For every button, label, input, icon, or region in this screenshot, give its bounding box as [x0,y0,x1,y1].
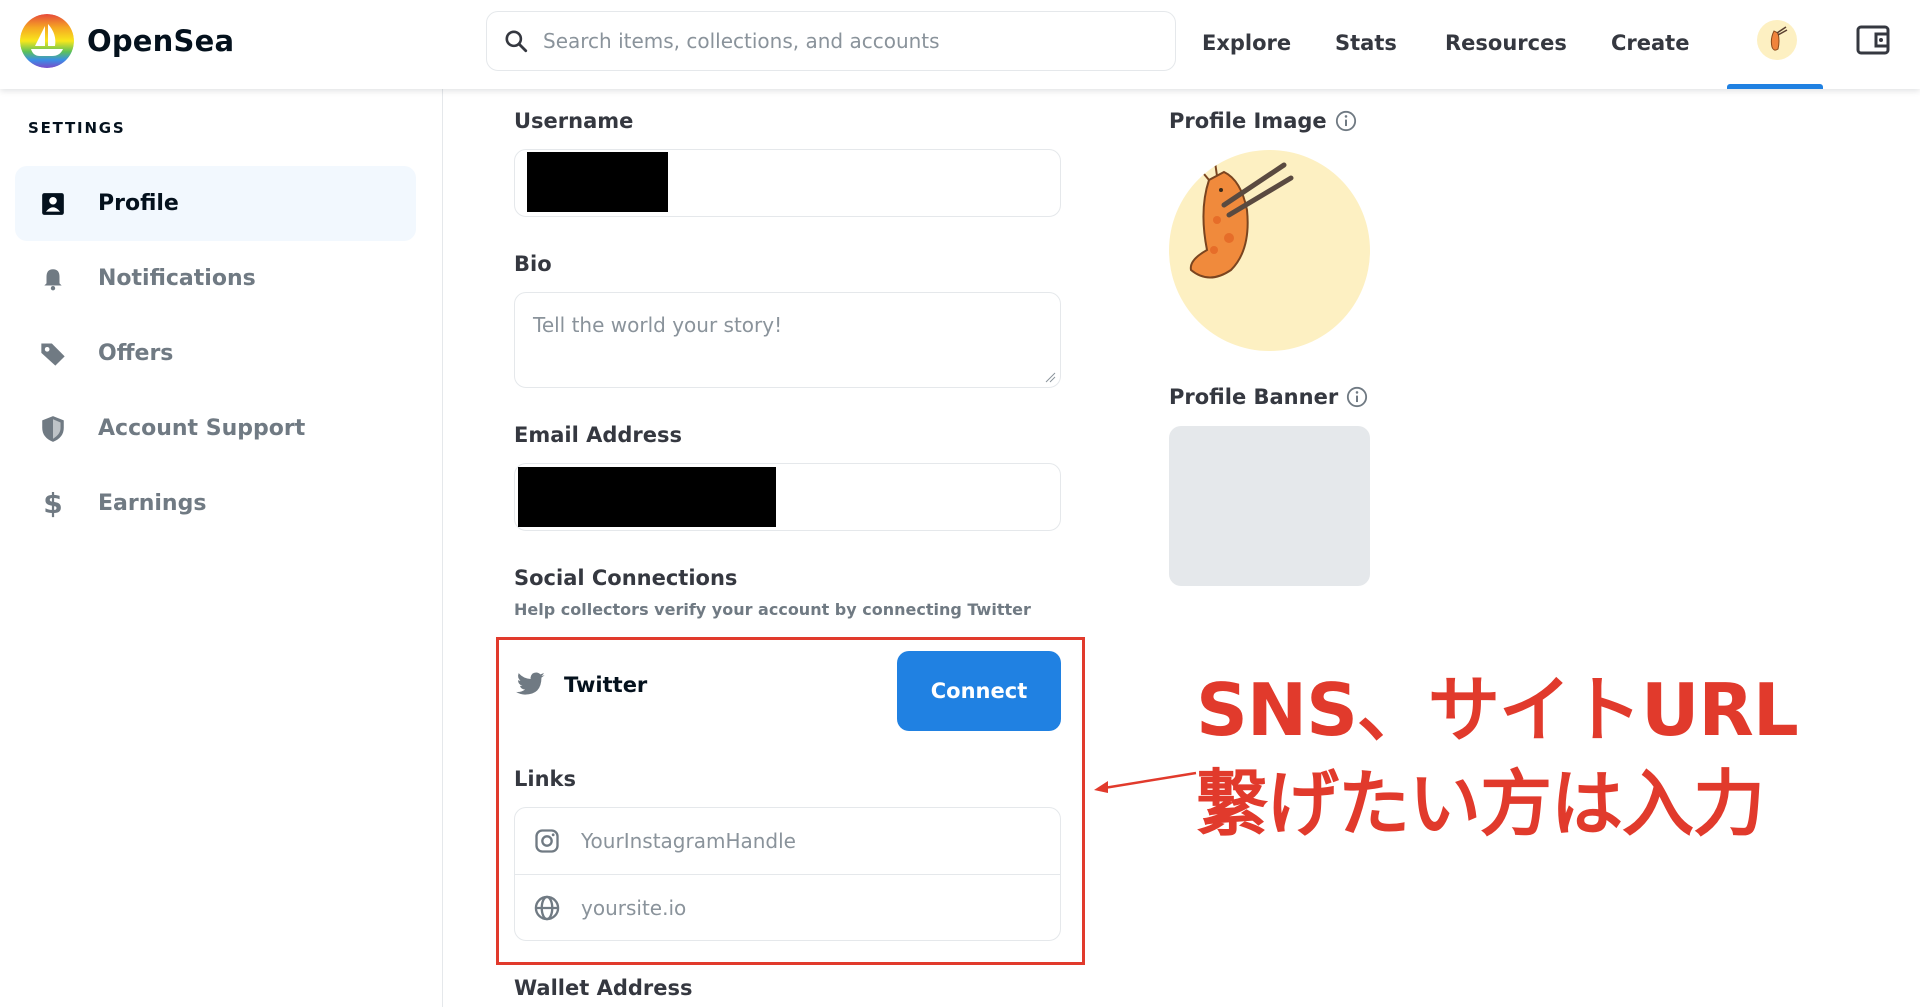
search-icon [505,30,528,53]
sidebar-item-label: Earnings [98,491,207,516]
username-field[interactable] [514,149,1061,217]
search-bar[interactable] [486,11,1176,71]
links-group: YourInstagramHandle yoursite.io [514,807,1061,941]
redacted-email [518,467,776,527]
profile-image-upload[interactable] [1169,150,1370,351]
resize-grip-icon[interactable] [1044,371,1056,383]
sidebar-item-label: Profile [98,191,179,216]
sidebar-item-label: Offers [98,341,174,366]
social-connections-helper: Help collectors verify your account by c… [514,600,1031,619]
brand-name: OpenSea [87,24,235,58]
top-header: OpenSea Explore Stats Resources Create [0,0,1920,89]
shrimp-tempura-image [1189,161,1294,279]
annotation-arrow [1094,771,1197,793]
username-label: Username [514,109,634,133]
active-tab-indicator [1727,84,1823,89]
links-label: Links [514,767,576,791]
info-icon[interactable] [1335,110,1357,132]
annotation-text: SNS、サイトURL 繋げたい方は入力 [1196,663,1799,851]
annotation-line-1: SNS、サイトURL [1196,668,1799,752]
profile-banner-label: Profile Banner [1169,385,1339,409]
sidebar-item-profile[interactable]: Profile [15,166,416,241]
sidebar-item-offers[interactable]: Offers [15,316,416,391]
sidebar-item-label: Account Support [98,416,306,441]
twitter-connection-row: Twitter [514,671,647,699]
sidebar-item-label: Notifications [98,266,256,291]
connect-twitter-button[interactable]: Connect [897,651,1061,731]
instagram-input[interactable]: YourInstagramHandle [515,808,1060,874]
search-input[interactable] [543,29,1143,53]
profile-banner-heading: Profile Banner [1169,385,1368,409]
bio-placeholder: Tell the world your story! [533,313,783,337]
wallet-icon[interactable] [1855,22,1891,58]
account-avatar[interactable] [1757,20,1797,60]
settings-sidebar: SETTINGS Profile Notifications Offers Ac… [0,89,443,1007]
globe-icon [534,895,560,920]
twitter-label: Twitter [564,673,648,697]
profile-image-label: Profile Image [1169,109,1327,133]
bio-field[interactable]: Tell the world your story! [514,292,1061,388]
shrimp-avatar-icon [1770,26,1788,51]
nav-create[interactable]: Create [1611,0,1689,85]
sidebar-item-account-support[interactable]: Account Support [15,391,416,466]
instagram-icon [535,829,559,853]
nav-explore[interactable]: Explore [1202,0,1291,85]
bell-icon [38,264,68,294]
website-placeholder: yoursite.io [581,895,687,920]
info-icon[interactable] [1346,386,1368,408]
profile-banner-upload[interactable] [1169,426,1370,586]
website-input[interactable]: yoursite.io [515,874,1060,940]
annotation-line-2: 繋げたい方は入力 [1196,762,1765,846]
sidebar-item-earnings[interactable]: $ Earnings [15,466,416,541]
settings-heading: SETTINGS [28,119,126,137]
twitter-icon [516,672,545,695]
bio-label: Bio [514,252,552,276]
nav-stats[interactable]: Stats [1335,0,1397,85]
email-label: Email Address [514,423,683,447]
opensea-logo-icon [20,14,74,68]
nav-resources[interactable]: Resources [1445,0,1567,85]
instagram-placeholder: YourInstagramHandle [581,829,796,853]
tag-icon [38,339,68,369]
email-field[interactable] [514,463,1061,531]
shield-icon [38,414,68,444]
opensea-logo[interactable]: OpenSea [20,14,234,68]
social-connections-label: Social Connections [514,566,738,590]
sidebar-item-notifications[interactable]: Notifications [15,241,416,316]
wallet-address-label: Wallet Address [514,976,693,1000]
redacted-username [527,152,668,212]
profile-image-heading: Profile Image [1169,109,1357,133]
dollar-icon: $ [43,487,63,520]
profile-icon [38,189,68,219]
